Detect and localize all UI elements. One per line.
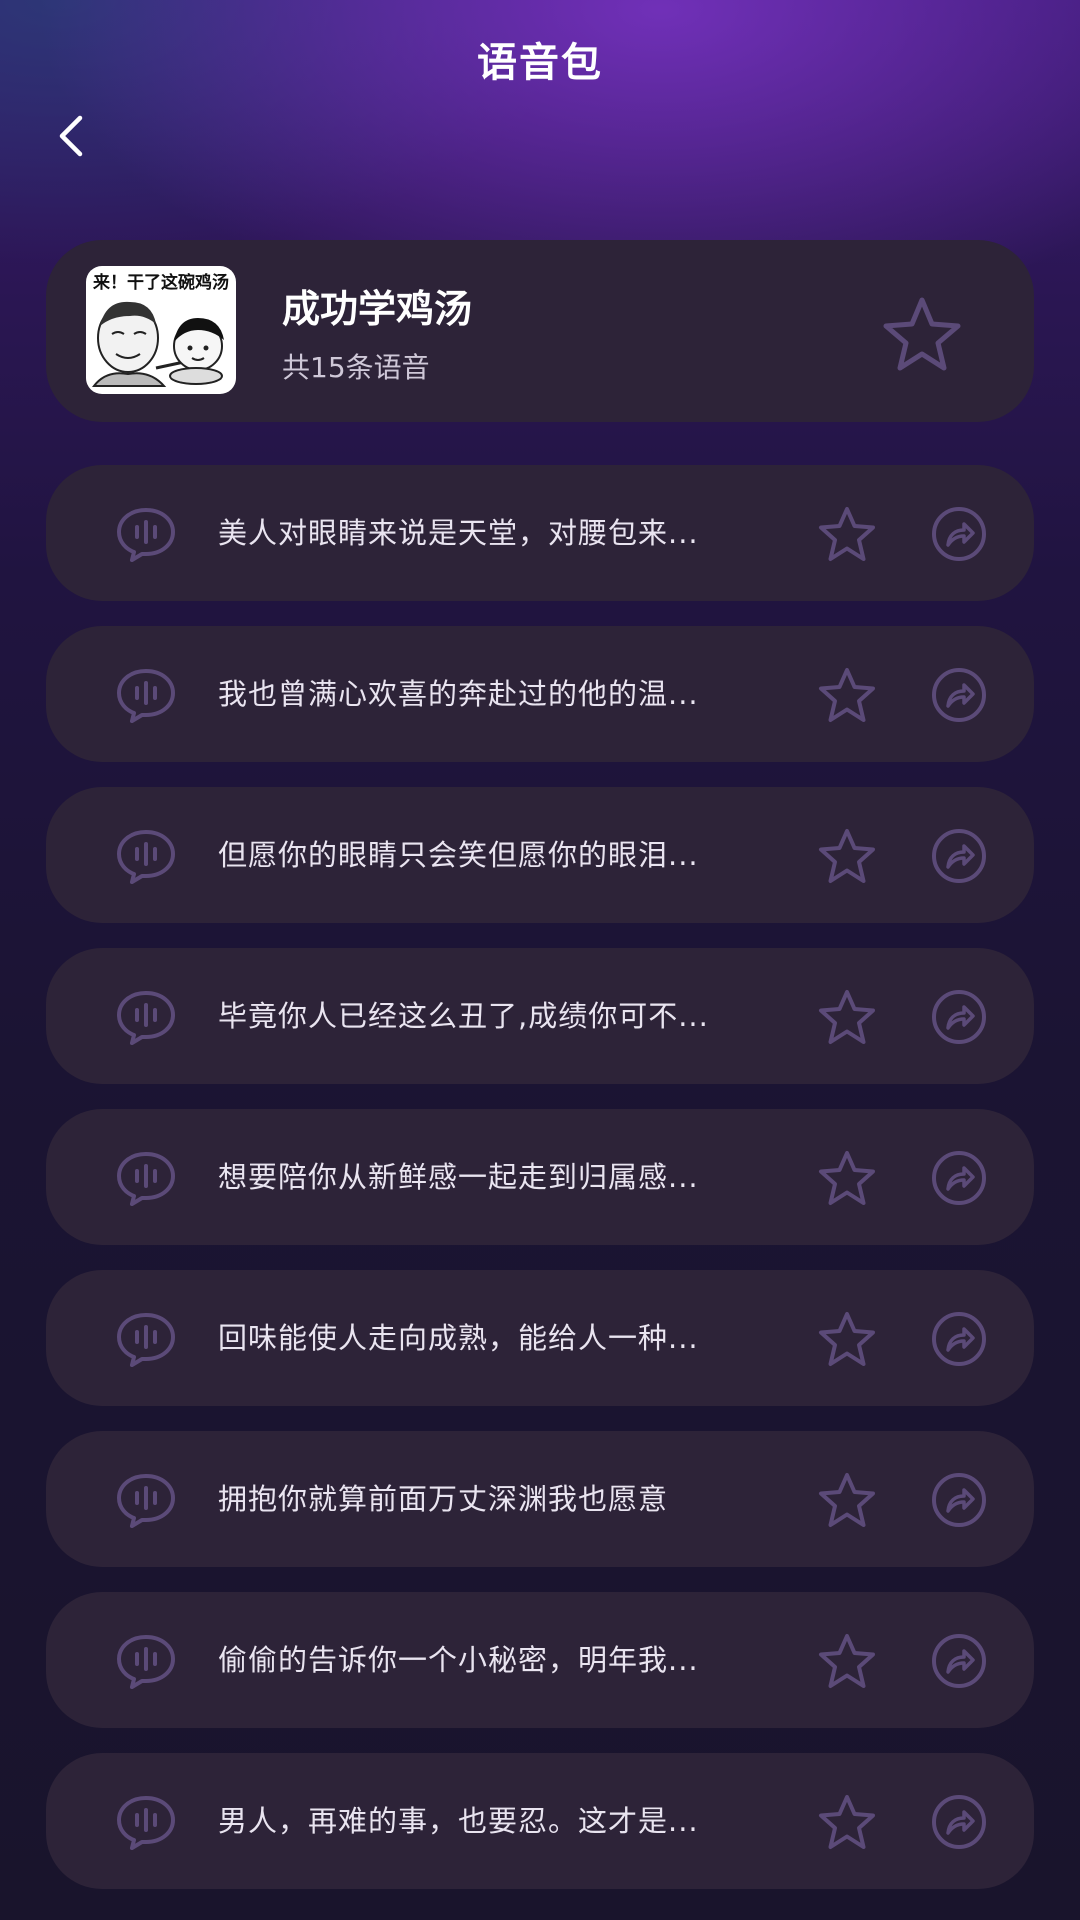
voice-text: 毕竟你人已经这么丑了,成绩你可不... [218, 999, 709, 1033]
share-button[interactable] [930, 666, 988, 724]
favorite-button[interactable] [816, 1793, 878, 1851]
back-button[interactable] [44, 106, 96, 166]
favorite-button[interactable] [816, 1632, 878, 1690]
pack-voice-count: 共15条语音 [282, 351, 430, 384]
voice-list-item[interactable]: 美人对眼睛来说是天堂，对腰包来... [46, 465, 1034, 601]
share-button[interactable] [930, 505, 988, 563]
voice-text: 我也曾满心欢喜的奔赴过的他的温... [218, 677, 699, 711]
voice-text: 但愿你的眼睛只会笑但愿你的眼泪... [218, 838, 699, 872]
voice-list-item[interactable]: 回味能使人走向成熟，能给人一种... [46, 1270, 1034, 1406]
voice-list: 美人对眼睛来说是天堂，对腰包来... 我也曾满心欢喜的奔赴过的他的温... 但愿… [46, 465, 1034, 1914]
favorite-button[interactable] [816, 666, 878, 724]
voice-bubble-icon[interactable] [114, 827, 178, 885]
voice-bubble-icon[interactable] [114, 666, 178, 724]
voice-text: 男人，再难的事，也要忍。这才是... [218, 1804, 699, 1838]
voice-bubble-icon[interactable] [114, 1471, 178, 1529]
voice-bubble-icon[interactable] [114, 1793, 178, 1851]
voice-pack-card[interactable]: 来！干了这碗鸡汤 成功学鸡汤 共15条语音 [46, 240, 1034, 422]
voice-list-item[interactable]: 偷偷的告诉你一个小秘密，明年我... [46, 1592, 1034, 1728]
voice-text: 回味能使人走向成熟，能给人一种... [218, 1321, 699, 1355]
pack-cover-image: 来！干了这碗鸡汤 [86, 266, 236, 394]
share-button[interactable] [930, 1471, 988, 1529]
favorite-button[interactable] [816, 1310, 878, 1368]
share-button[interactable] [930, 1149, 988, 1207]
voice-text: 拥抱你就算前面万丈深渊我也愿意 [218, 1482, 669, 1516]
pack-name: 成功学鸡汤 [282, 287, 473, 331]
voice-text: 想要陪你从新鲜感一起走到归属感... [218, 1160, 699, 1194]
page-title: 语音包 [477, 40, 603, 86]
voice-bubble-icon[interactable] [114, 988, 178, 1046]
voice-list-item[interactable]: 但愿你的眼睛只会笑但愿你的眼泪... [46, 787, 1034, 923]
voice-text: 美人对眼睛来说是天堂，对腰包来... [218, 516, 699, 550]
share-button[interactable] [930, 988, 988, 1046]
favorite-button[interactable] [816, 505, 878, 563]
voice-bubble-icon[interactable] [114, 1310, 178, 1368]
voice-bubble-icon[interactable] [114, 1632, 178, 1690]
share-button[interactable] [930, 1310, 988, 1368]
voice-list-item[interactable]: 想要陪你从新鲜感一起走到归属感... [46, 1109, 1034, 1245]
share-button[interactable] [930, 827, 988, 885]
meme-cover-icon [91, 301, 224, 387]
share-button[interactable] [930, 1793, 988, 1851]
voice-list-item[interactable]: 拥抱你就算前面万丈深渊我也愿意 [46, 1431, 1034, 1567]
voice-bubble-icon[interactable] [114, 1149, 178, 1207]
voice-list-item[interactable]: 我也曾满心欢喜的奔赴过的他的温... [46, 626, 1034, 762]
voice-list-item[interactable]: 毕竟你人已经这么丑了,成绩你可不... [46, 948, 1034, 1084]
voice-list-item[interactable]: 男人，再难的事，也要忍。这才是... [46, 1753, 1034, 1889]
chevron-left-icon [59, 115, 83, 157]
voice-bubble-icon[interactable] [114, 505, 178, 563]
pack-favorite-button[interactable] [882, 296, 962, 372]
favorite-button[interactable] [816, 988, 878, 1046]
favorite-button[interactable] [816, 1149, 878, 1207]
favorite-button[interactable] [816, 1471, 878, 1529]
share-button[interactable] [930, 1632, 988, 1690]
voice-text: 偷偷的告诉你一个小秘密，明年我... [218, 1643, 699, 1677]
favorite-button[interactable] [816, 827, 878, 885]
